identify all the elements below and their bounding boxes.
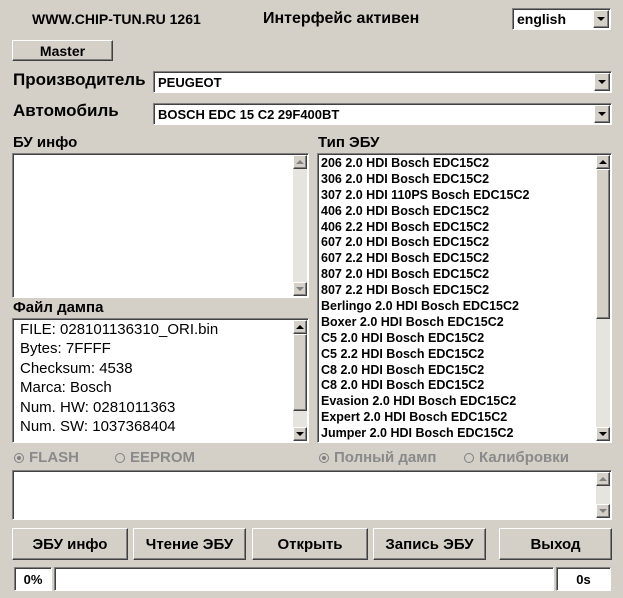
open-button[interactable]: Открыть [252,528,368,560]
ecu-type-item[interactable]: Evasion 2.0 HDI Bosch EDC15C2 [318,394,529,410]
log-scrollbar[interactable] [596,472,610,518]
write-ecu-button[interactable]: Запись ЭБУ [373,528,486,560]
scroll-up-icon[interactable] [596,472,610,486]
ecu-info-button[interactable]: ЭБУ инфо [12,528,128,560]
ecu-type-item[interactable]: Expert 2.0 HDI Bosch EDC15C2 [318,410,529,426]
dump-line: Num. HW: 0281011363 [20,398,176,416]
ecu-info-textarea[interactable] [12,153,309,298]
progress-time-text: 0s [576,571,591,587]
ecu-type-label: Тип ЭБУ [318,134,380,151]
progress-time: 0s [556,567,611,591]
chevron-down-icon[interactable] [594,105,610,123]
ecu-type-item[interactable]: Jumper 2.0 HDI Bosch EDC15C2 [318,426,529,442]
log-textarea[interactable] [12,470,612,520]
scroll-up-icon[interactable] [293,155,307,169]
ecu-type-item[interactable]: Boxer 2.0 HDI Bosch EDC15C2 [318,315,529,331]
manufacturer-value: PEUGEOT [158,75,222,90]
ecu-type-item[interactable]: 406 2.2 HDI Bosch EDC15C2 [318,220,529,236]
dump-line: Bytes: 7FFFF [20,340,111,358]
ecu-type-scrollbar[interactable] [596,155,610,441]
manufacturer-label: Производитель [13,70,146,89]
scroll-thumb[interactable] [596,169,610,319]
progress-percent: 0% [14,567,52,591]
flash-label: FLASH [29,449,79,466]
ecu-type-item[interactable]: 206 2.0 HDI Bosch EDC15C2 [318,156,529,172]
ecu-info-scrollbar[interactable] [293,155,307,296]
ecu-type-item[interactable]: Berlingo 2.0 HDI Bosch EDC15C2 [318,299,529,315]
ecu-type-items: 206 2.0 HDI Bosch EDC15C2 306 2.0 HDI Bo… [318,156,529,442]
ecu-type-item[interactable]: C5 2.2 HDI Bosch EDC15C2 [318,347,529,363]
dump-line: FILE: 028101136310_ORI.bin [20,321,219,338]
ecu-type-item[interactable]: 607 2.2 HDI Bosch EDC15C2 [318,251,529,267]
dump-line: Marca: Bosch [20,379,112,397]
language-select[interactable]: english [512,8,611,30]
vehicle-value: BOSCH EDC 15 C2 29F400BT [158,107,340,122]
calibration-label: Калибровки [479,449,569,466]
eeprom-label: EEPROM [130,449,196,466]
radio-selected-icon [14,452,24,463]
full-dump-label: Полный дамп [334,449,437,466]
dump-file-scrollbar[interactable] [293,320,307,441]
scroll-down-icon[interactable] [596,427,610,441]
chevron-down-icon[interactable] [593,10,609,28]
flash-radio[interactable]: FLASH [14,449,79,466]
ecu-type-item[interactable]: C8 2.0 HDI Bosch EDC15C2 [318,378,529,394]
dump-file-label: Файл дампа [13,299,104,316]
language-value: english [517,11,567,27]
ecu-type-item[interactable]: 307 2.0 HDI 110PS Bosch EDC15C2 [318,188,529,204]
dump-line: Checksum: 4538 [20,359,133,377]
radio-selected-icon [319,452,329,463]
ecu-type-item[interactable]: 807 2.0 HDI Bosch EDC15C2 [318,267,529,283]
interface-status: Интерфейс активен [263,10,420,27]
site-label: WWW.CHIP-TUN.RU 1261 [32,11,201,27]
ecu-info-label: БУ инфо [13,134,78,151]
ecu-type-item[interactable]: 306 2.0 HDI Bosch EDC15C2 [318,172,529,188]
scroll-up-icon[interactable] [596,155,610,169]
vehicle-select[interactable]: BOSCH EDC 15 C2 29F400BT [153,103,612,125]
scroll-down-icon[interactable] [293,282,307,296]
ecu-type-item[interactable]: C5 2.0 HDI Bosch EDC15C2 [318,331,529,347]
calibration-radio[interactable]: Калибровки [464,449,569,466]
chevron-down-icon[interactable] [594,73,610,91]
manufacturer-select[interactable]: PEUGEOT [153,71,612,93]
scroll-thumb[interactable] [293,334,307,411]
scroll-up-icon[interactable] [293,320,307,334]
read-ecu-button[interactable]: Чтение ЭБУ [133,528,246,560]
vehicle-label: Автомобиль [13,101,119,120]
ecu-type-item[interactable]: 807 2.2 HDI Bosch EDC15C2 [318,283,529,299]
full-dump-radio[interactable]: Полный дамп [319,449,436,466]
dump-file-box[interactable]: FILE: 028101136310_ORI.bin Bytes: 7FFFF … [12,318,309,443]
eeprom-radio[interactable]: EEPROM [115,449,195,466]
ecu-type-item[interactable]: 406 2.0 HDI Bosch EDC15C2 [318,204,529,220]
master-button[interactable]: Master [12,40,113,61]
radio-icon [115,452,125,463]
scroll-down-icon[interactable] [293,427,307,441]
progress-bar [54,567,554,591]
dump-line: Num. SW: 1037368404 [20,418,176,436]
progress-percent-text: 0% [23,571,43,587]
ecu-type-item[interactable]: 607 2.0 HDI Bosch EDC15C2 [318,235,529,251]
ecu-type-item[interactable]: C8 2.0 HDI Bosch EDC15C2 [318,363,529,379]
ecu-type-list[interactable]: 206 2.0 HDI Bosch EDC15C2 306 2.0 HDI Bo… [317,153,612,443]
radio-icon [464,452,474,463]
scroll-down-icon[interactable] [596,504,610,518]
exit-button[interactable]: Выход [499,528,612,560]
dump-file-lines: FILE: 028101136310_ORI.bin Bytes: 7FFFF … [15,320,218,436]
